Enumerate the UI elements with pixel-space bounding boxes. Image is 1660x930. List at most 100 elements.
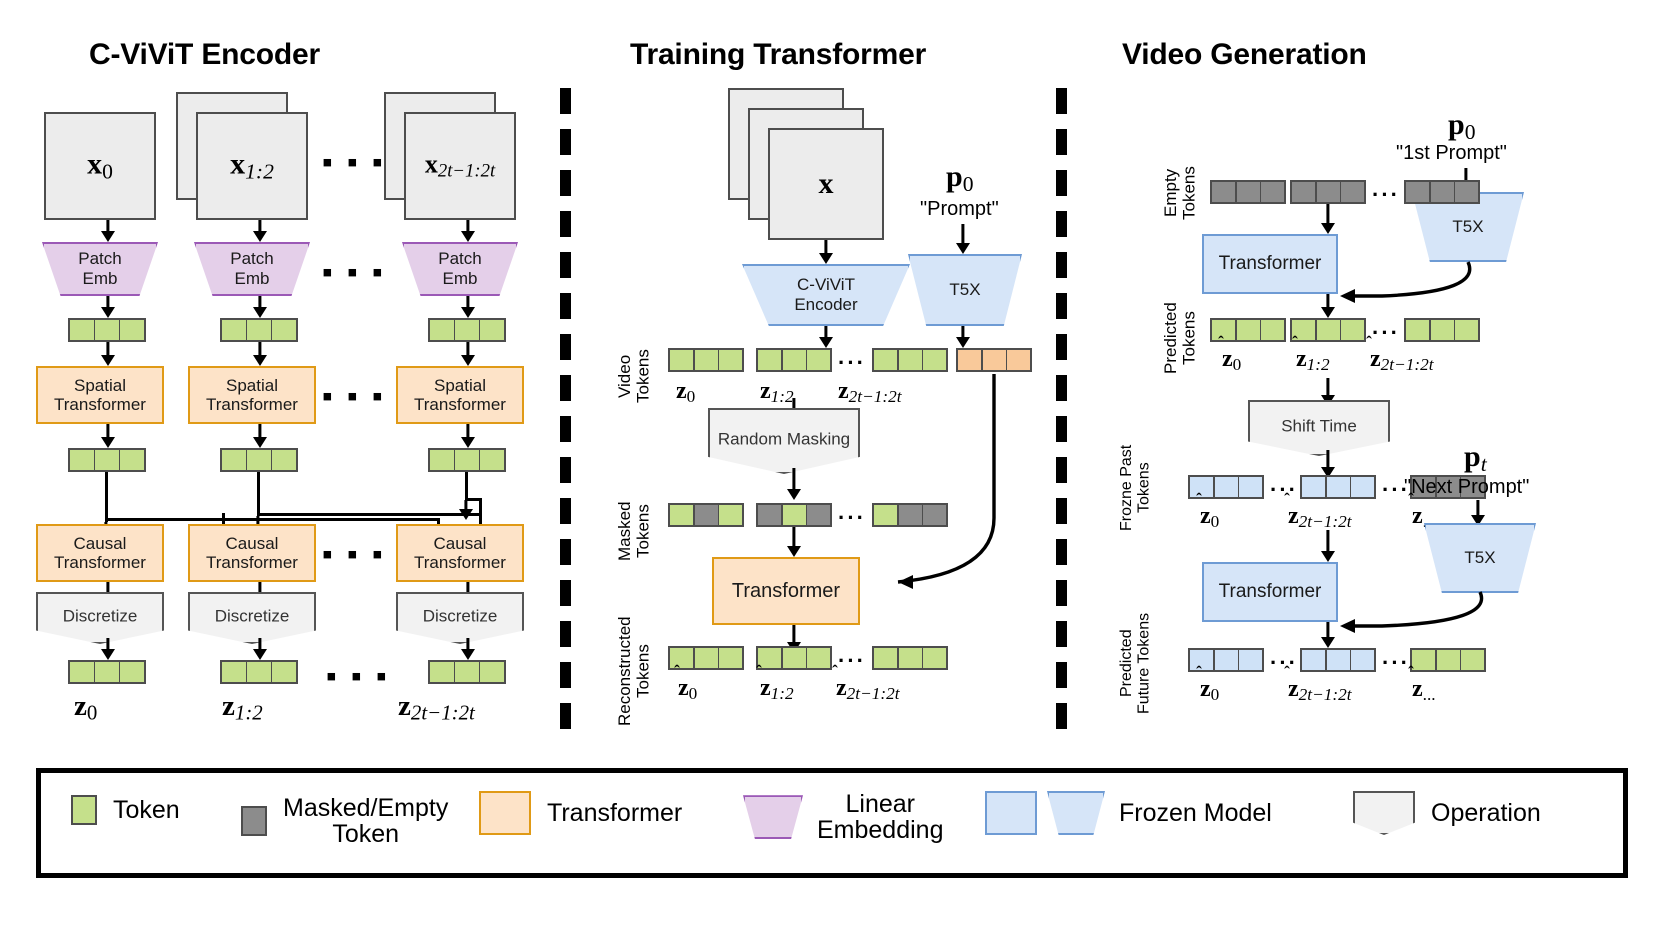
empty-token-row-2 xyxy=(1404,180,1480,204)
causal-transformer-1: Causal Transformer xyxy=(188,524,316,582)
encoder-ellipsis-spatial: ▪ ▪ ▪ xyxy=(322,380,386,413)
causal-transformer-2: Causal Transformer xyxy=(396,524,524,582)
token xyxy=(70,662,94,682)
input-frame-0: x0 xyxy=(44,112,156,220)
arrow-spatial-to-tokens-2 xyxy=(460,424,476,448)
token-row-encoder-out-2 xyxy=(428,660,506,684)
spatial-transformer-0: Spatial Transformer xyxy=(36,366,164,424)
token xyxy=(670,350,693,370)
arrow-patchemb-to-tokens-0 xyxy=(100,296,116,318)
token-gray-swatch xyxy=(241,806,267,837)
spatial-transformer-1: Spatial Transformer xyxy=(188,366,316,424)
token xyxy=(95,450,119,470)
arrow-discretize-to-tokens-0 xyxy=(100,638,116,660)
token xyxy=(1261,320,1284,340)
causal-wire-h-b xyxy=(257,513,479,517)
token xyxy=(982,350,1006,370)
token xyxy=(480,450,505,470)
predicted-token-label-2: ẑ2t−1:2t xyxy=(1370,346,1434,374)
discretize-label-1: Discretize xyxy=(214,606,290,626)
arrow-frame-to-patchemb-1 xyxy=(252,220,268,242)
patch-embedding-label-0: Patch Emb xyxy=(78,249,122,288)
token xyxy=(1455,320,1478,340)
patch-embedding-0: Patch Emb xyxy=(42,242,158,296)
generation-transformer-block-1: Transformer xyxy=(1202,234,1338,294)
reconstructed-token-label-2: ẑ2t−1:2t xyxy=(836,675,900,703)
generation-transformer-label-1: Transformer xyxy=(1218,253,1322,275)
token xyxy=(807,505,830,525)
generation-prompt1-symbol: p0 xyxy=(1448,108,1476,144)
legend-item-masked-token: Masked/Empty Token xyxy=(241,795,448,848)
token xyxy=(1239,650,1262,670)
token xyxy=(222,662,246,682)
spatial-transformer-label-1: Spatial Transformer xyxy=(206,375,298,414)
frozen-token-row-0 xyxy=(1188,475,1264,499)
arrow-frozen-to-transformer2 xyxy=(1320,530,1336,562)
linear-embedding-purple-trapezoid-swatch xyxy=(743,795,803,840)
token xyxy=(898,350,922,370)
generation-transformer-block-2: Transformer xyxy=(1202,562,1338,622)
token xyxy=(1236,182,1260,202)
token xyxy=(694,648,718,668)
token xyxy=(958,350,981,370)
token xyxy=(1436,650,1460,670)
panel-separator-left xyxy=(560,88,571,744)
token-row-spatial-out-0 xyxy=(68,448,146,472)
arrow-frame-to-patchemb-2 xyxy=(460,220,476,242)
token xyxy=(1302,650,1325,670)
training-video-frame-label: x xyxy=(818,167,834,200)
token xyxy=(1302,477,1325,497)
token xyxy=(272,662,297,682)
input-frame-label-0: x0 xyxy=(87,147,113,184)
frozen-token-label-0: ẑ0 xyxy=(1200,503,1220,531)
token-row-encoder-out-1 xyxy=(220,660,298,684)
token xyxy=(758,505,781,525)
frozen-past-tokens-row-label: Frozne Past Tokens xyxy=(1118,444,1153,532)
token xyxy=(1430,182,1454,202)
future-token-label-1: ẑ2t−1:2t xyxy=(1288,676,1352,704)
predicted-future-tokens-row-label: Predicted Future Tokens xyxy=(1118,612,1153,714)
arrow-masking-to-masked-tokens xyxy=(786,468,802,500)
masked-tokens-row-label: Masked Tokens xyxy=(615,501,653,561)
encoder-ellipsis-outputs: ▪ ▪ ▪ xyxy=(326,660,390,693)
legend-label-operation: Operation xyxy=(1431,798,1541,827)
causal-transformer-0: Causal Transformer xyxy=(36,524,164,582)
masked-token-row-1 xyxy=(756,503,832,527)
training-transformer-label: Transformer xyxy=(731,579,841,602)
token xyxy=(694,350,718,370)
token xyxy=(1461,650,1484,670)
token xyxy=(1190,650,1213,670)
training-prompt-text: "Prompt" xyxy=(920,198,999,220)
t5x1-to-transformer-connector xyxy=(1340,261,1472,303)
discretize-operation-2: Discretize xyxy=(396,592,524,644)
discretize-label-0: Discretize xyxy=(62,606,138,626)
token xyxy=(272,450,297,470)
token xyxy=(1351,477,1374,497)
token-green-swatch xyxy=(71,795,97,825)
figure-canvas: C-ViViT Encoder Training Transformer Vid… xyxy=(0,0,1660,930)
discretize-label-2: Discretize xyxy=(422,606,498,626)
encoder-ellipsis-frames: ▪ ▪ ▪ xyxy=(322,146,386,179)
token xyxy=(758,648,781,668)
arrow-discretize-to-tokens-2 xyxy=(460,638,476,660)
spatial-transformer-label-0: Spatial Transformer xyxy=(54,375,146,414)
legend-label-transformer: Transformer xyxy=(547,798,683,827)
token xyxy=(874,648,897,668)
predicted-token-row-2 xyxy=(1404,318,1480,342)
token xyxy=(455,450,479,470)
legend-item-token: Token xyxy=(71,795,180,825)
token xyxy=(222,450,246,470)
token xyxy=(247,662,271,682)
patch-embedding-2: Patch Emb xyxy=(402,242,518,296)
token xyxy=(120,662,145,682)
token xyxy=(1007,350,1030,370)
encoder-output-label-1: z1:2 xyxy=(222,690,263,725)
patch-embedding-1: Patch Emb xyxy=(194,242,310,296)
shift-time-label: Shift Time xyxy=(1281,416,1357,436)
arrow-spatial-to-tokens-0 xyxy=(100,424,116,448)
training-video-frame: x xyxy=(768,128,884,240)
predicted-tokens-row-label: Predicted Tokens xyxy=(1161,302,1199,374)
empty-tokens-ellipsis: ··· xyxy=(1372,182,1400,207)
token xyxy=(455,320,479,340)
spatial-transformer-2: Spatial Transformer xyxy=(396,366,524,424)
